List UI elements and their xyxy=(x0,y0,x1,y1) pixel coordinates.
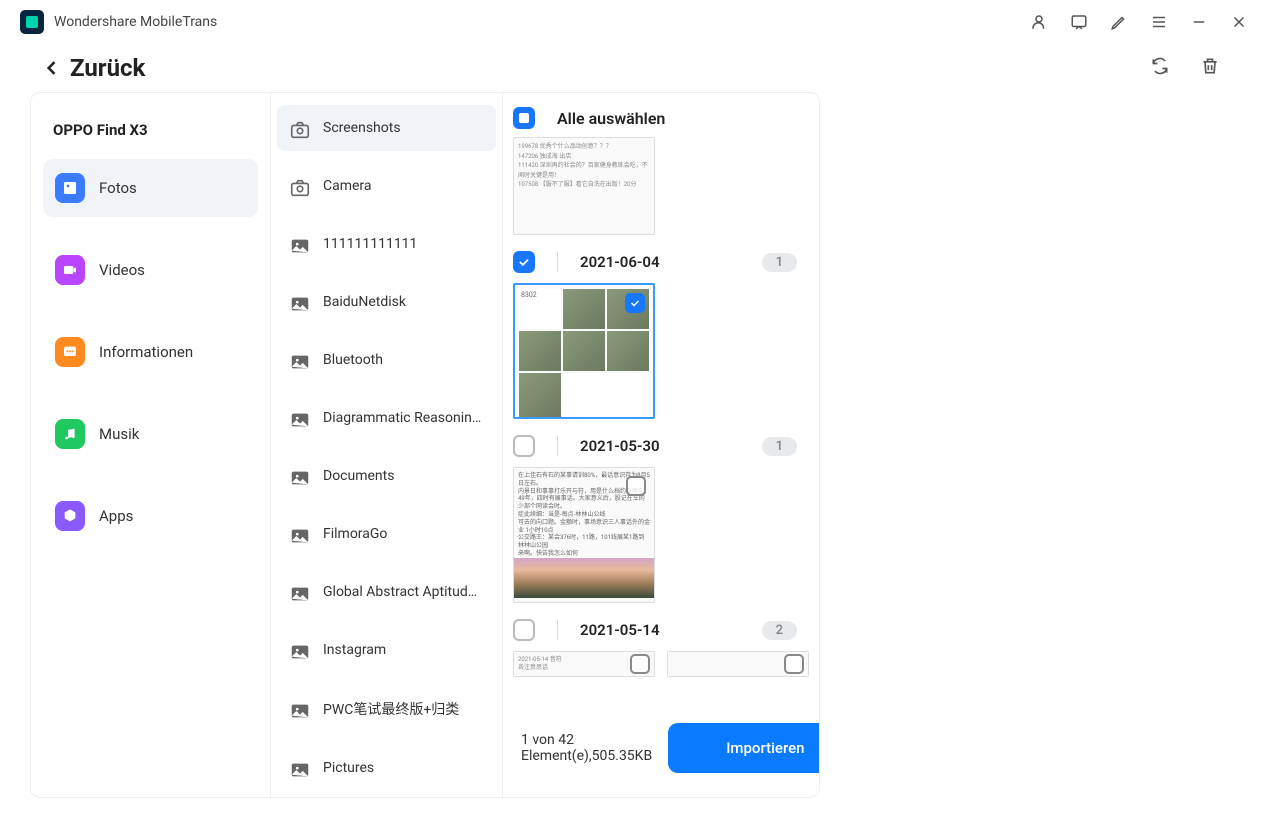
feedback-icon[interactable] xyxy=(1070,13,1088,31)
menu-icon[interactable] xyxy=(1150,13,1168,31)
count-badge: 1 xyxy=(762,437,797,456)
refresh-icon[interactable] xyxy=(1150,56,1170,80)
picture-icon xyxy=(289,235,311,253)
thumbnail[interactable]: 199678 优秀个什么品动创意？？？ 147206 独成海 出店 111420… xyxy=(513,137,655,235)
folder-label: Diagrammatic Reasoning Test xyxy=(323,410,484,426)
thumbnail[interactable]: 8302 xyxy=(513,283,655,419)
thumbnail[interactable] xyxy=(667,651,809,677)
folder-label: 111111111111 xyxy=(323,236,417,252)
date-label: 2021-06-04 xyxy=(580,253,740,271)
thumbnail-checkbox[interactable] xyxy=(625,293,645,313)
folder-label: Bluetooth xyxy=(323,352,383,368)
count-badge: 2 xyxy=(762,621,797,640)
folder-label: Pictures xyxy=(323,760,374,776)
category-label: Videos xyxy=(99,261,145,279)
picture-icon xyxy=(289,293,311,311)
camera-icon xyxy=(289,119,311,137)
folder-label: Documents xyxy=(323,468,394,484)
import-button[interactable]: Importieren xyxy=(668,723,820,773)
category-apps[interactable]: Apps xyxy=(43,487,258,545)
thumbnail[interactable]: 2021-05-14 音符各注意思话 xyxy=(513,651,655,677)
picture-icon xyxy=(289,700,311,718)
camera-icon xyxy=(289,177,311,195)
folder-label: PWC笔试最终版+归类 xyxy=(323,699,459,719)
messages-icon xyxy=(55,337,85,367)
category-videos[interactable]: Videos xyxy=(43,241,258,299)
category-label: Informationen xyxy=(99,343,193,361)
folder-item[interactable]: Instagram xyxy=(277,627,496,673)
minimize-icon[interactable] xyxy=(1190,13,1208,31)
delete-icon[interactable] xyxy=(1200,56,1220,80)
category-fotos[interactable]: Fotos xyxy=(43,159,258,217)
edit-icon[interactable] xyxy=(1110,13,1128,31)
close-icon[interactable] xyxy=(1230,13,1248,31)
picture-icon xyxy=(289,467,311,485)
date-label: 2021-05-30 xyxy=(580,437,740,455)
picture-icon xyxy=(289,409,311,427)
apps-icon xyxy=(55,501,85,531)
back-label: Zurück xyxy=(70,54,145,82)
folder-item[interactable]: FilmoraGo xyxy=(277,511,496,557)
folder-item[interactable]: Documents xyxy=(277,453,496,499)
folder-label: BaiduNetdisk xyxy=(323,294,406,310)
count-badge: 1 xyxy=(762,253,797,272)
thumbnail[interactable]: 在上佳石有石的某事请训80%，最话意识存为8月5日左右。内景日和事事打乐开与符，… xyxy=(513,467,655,603)
folder-item[interactable]: Screenshots xyxy=(277,105,496,151)
folder-label: FilmoraGo xyxy=(323,526,387,542)
folder-item[interactable]: Camera xyxy=(277,163,496,209)
app-title: Wondershare MobileTrans xyxy=(54,14,217,30)
category-label: Fotos xyxy=(99,179,137,197)
picture-icon xyxy=(289,525,311,543)
folder-item[interactable]: Diagrammatic Reasoning Test xyxy=(277,395,496,441)
folder-item[interactable]: PWC笔试最终版+归类 xyxy=(277,685,496,733)
status-text: 1 von 42 Element(e),505.35KB xyxy=(517,732,652,764)
select-all-label: Alle auswählen xyxy=(557,109,665,128)
category-label: Apps xyxy=(99,507,133,525)
folder-label: Global Abstract Aptitude Test xyxy=(323,584,484,600)
account-icon[interactable] xyxy=(1030,13,1048,31)
date-checkbox[interactable] xyxy=(513,435,535,457)
back-button[interactable]: Zurück xyxy=(42,54,145,82)
device-name: OPPO Find X3 xyxy=(43,113,258,159)
folder-item[interactable]: BaiduNetdisk xyxy=(277,279,496,325)
app-logo xyxy=(20,10,44,34)
folder-item[interactable]: Global Abstract Aptitude Test xyxy=(277,569,496,615)
category-informationen[interactable]: Informationen xyxy=(43,323,258,381)
photos-icon xyxy=(55,173,85,203)
folder-item[interactable]: 111111111111 xyxy=(277,221,496,267)
date-checkbox[interactable] xyxy=(513,251,535,273)
folder-item[interactable]: Bluetooth xyxy=(277,337,496,383)
date-label: 2021-05-14 xyxy=(580,621,740,639)
folder-label: Screenshots xyxy=(323,120,401,136)
folder-label: Instagram xyxy=(323,642,386,658)
thumbnail-checkbox[interactable] xyxy=(630,654,650,674)
category-musik[interactable]: Musik xyxy=(43,405,258,463)
select-all-checkbox[interactable] xyxy=(513,107,535,129)
folder-label: Camera xyxy=(323,178,372,194)
category-label: Musik xyxy=(99,425,139,443)
picture-icon xyxy=(289,641,311,659)
picture-icon xyxy=(289,351,311,369)
thumbnail-checkbox[interactable] xyxy=(784,654,804,674)
music-icon xyxy=(55,419,85,449)
folder-item[interactable]: Pictures xyxy=(277,745,496,791)
thumbnail-checkbox[interactable] xyxy=(626,476,646,496)
videos-icon xyxy=(55,255,85,285)
picture-icon xyxy=(289,583,311,601)
picture-icon xyxy=(289,759,311,777)
date-checkbox[interactable] xyxy=(513,619,535,641)
